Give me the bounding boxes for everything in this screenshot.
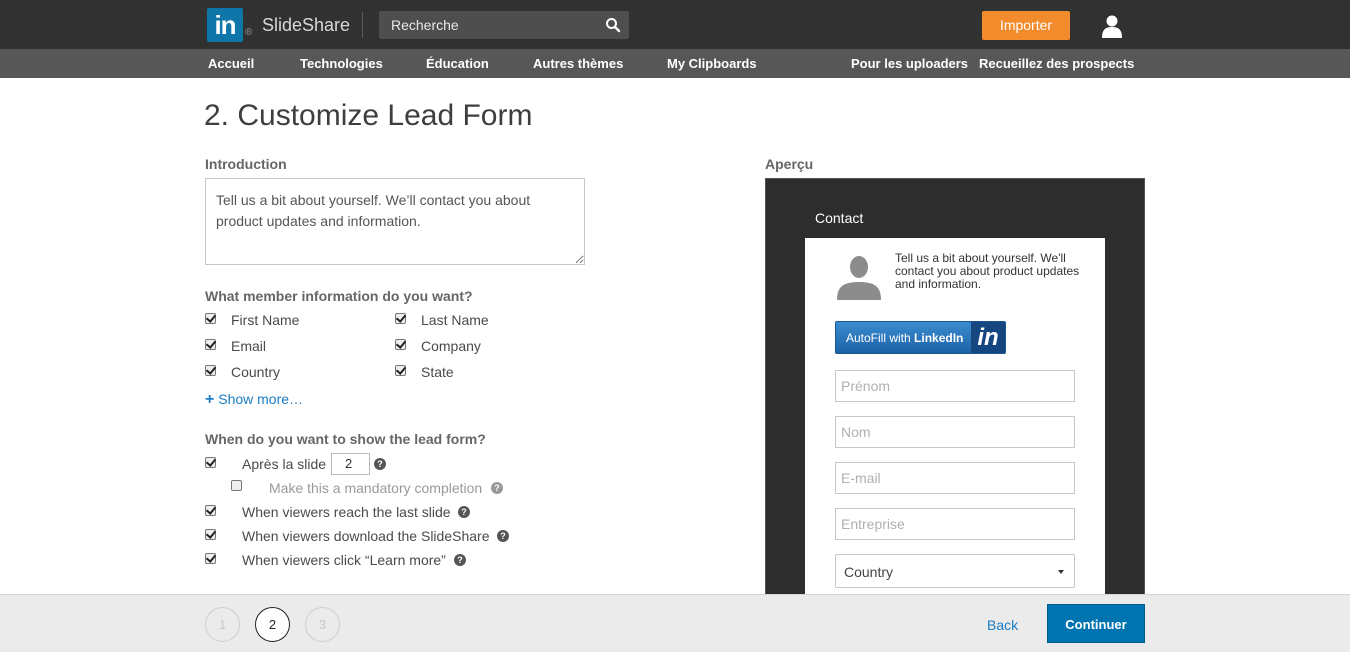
show-more-link[interactable]: + Show more… <box>205 391 303 409</box>
help-icon[interactable]: ? <box>458 506 470 518</box>
registered-mark: ® <box>245 27 253 38</box>
step-2[interactable]: 2 <box>255 607 290 642</box>
first-name-checkbox[interactable] <box>205 313 216 324</box>
slide-number-input[interactable]: 2 <box>331 453 370 475</box>
state-checkbox[interactable] <box>395 365 406 376</box>
help-icon[interactable]: ? <box>491 482 503 494</box>
intro-textarea[interactable]: Tell us a bit about yourself. We’ll cont… <box>205 178 585 265</box>
after-slide-label: Après la slide <box>242 456 327 472</box>
after-slide-checkbox[interactable] <box>205 457 216 468</box>
user-icon[interactable] <box>1100 14 1124 38</box>
mandatory-checkbox[interactable] <box>231 480 242 491</box>
linkedin-logo-icon: in <box>971 322 1005 353</box>
autofill-linkedin-button[interactable]: AutoFill with LinkedIn in <box>835 321 1006 354</box>
last-slide-label: When viewers reach the last slide <box>242 504 451 520</box>
nav-item-autres-themes[interactable]: Autres thèmes <box>533 56 623 71</box>
last-name-label: Last Name <box>421 312 489 328</box>
caret-down-icon <box>1058 570 1064 574</box>
nav-item-education[interactable]: Éducation <box>426 56 489 71</box>
top-bar: in ® SlideShare Importer <box>0 0 1350 49</box>
footer-bar <box>0 594 1350 652</box>
page-title: 2. Customize Lead Form <box>204 99 533 132</box>
country-select-label: Country <box>844 564 894 580</box>
mandatory-label: Make this a mandatory completion <box>269 480 483 496</box>
search-box <box>379 11 629 39</box>
back-link[interactable]: Back <box>987 617 1018 633</box>
help-icon[interactable]: ? <box>374 458 386 470</box>
step-1[interactable]: 1 <box>205 607 240 642</box>
avatar-placeholder-icon <box>837 256 881 300</box>
company-label: Company <box>421 338 481 354</box>
step-3[interactable]: 3 <box>305 607 340 642</box>
preview-label: Aperçu <box>765 156 814 172</box>
learn-more-checkbox[interactable] <box>205 553 216 564</box>
email-label: Email <box>231 338 267 354</box>
help-icon[interactable]: ? <box>497 530 509 542</box>
last-slide-checkbox[interactable] <box>205 505 216 516</box>
help-icon[interactable]: ? <box>454 554 466 566</box>
header-divider <box>362 12 363 38</box>
preview-email-input[interactable] <box>835 462 1075 494</box>
state-label: State <box>421 364 454 380</box>
show-more-label: Show more… <box>218 391 304 407</box>
learn-more-label: When viewers click “Learn more” <box>242 552 446 568</box>
nav-item-my-clipboards[interactable]: My Clipboards <box>667 56 757 71</box>
company-checkbox[interactable] <box>395 339 406 350</box>
preview-country-select[interactable]: Country <box>835 554 1075 588</box>
brand-name[interactable]: SlideShare <box>262 15 350 36</box>
autofill-label: AutoFill with LinkedIn <box>846 331 964 345</box>
import-button[interactable]: Importer <box>982 11 1070 40</box>
download-label: When viewers download the SlideShare <box>242 528 490 544</box>
nav-bar: Accueil Technologies Éducation Autres th… <box>0 49 1350 78</box>
preview-intro-text: Tell us a bit about yourself. We'll cont… <box>895 251 1080 291</box>
continue-button[interactable]: Continuer <box>1047 604 1145 643</box>
when-label: When do you want to show the lead form? <box>205 431 486 447</box>
nav-item-accueil[interactable]: Accueil <box>208 56 254 71</box>
intro-label: Introduction <box>205 156 287 172</box>
preview-first-name-input[interactable] <box>835 370 1075 402</box>
download-checkbox[interactable] <box>205 529 216 540</box>
first-name-label: First Name <box>231 312 300 328</box>
member-info-label: What member information do you want? <box>205 288 473 304</box>
nav-item-uploaders[interactable]: Pour les uploaders <box>851 56 968 71</box>
nav-item-technologies[interactable]: Technologies <box>300 56 383 71</box>
search-input[interactable] <box>379 11 599 39</box>
search-icon[interactable] <box>605 17 621 33</box>
country-checkbox[interactable] <box>205 365 216 376</box>
nav-item-prospects[interactable]: Recueillez des prospects <box>979 56 1134 71</box>
country-label: Country <box>231 364 281 380</box>
email-checkbox[interactable] <box>205 339 216 350</box>
last-name-checkbox[interactable] <box>395 313 406 324</box>
preview-last-name-input[interactable] <box>835 416 1075 448</box>
plus-icon: + <box>205 391 215 408</box>
preview-company-input[interactable] <box>835 508 1075 540</box>
linkedin-logo[interactable]: in <box>207 8 243 42</box>
preview-title: Contact <box>815 210 864 226</box>
